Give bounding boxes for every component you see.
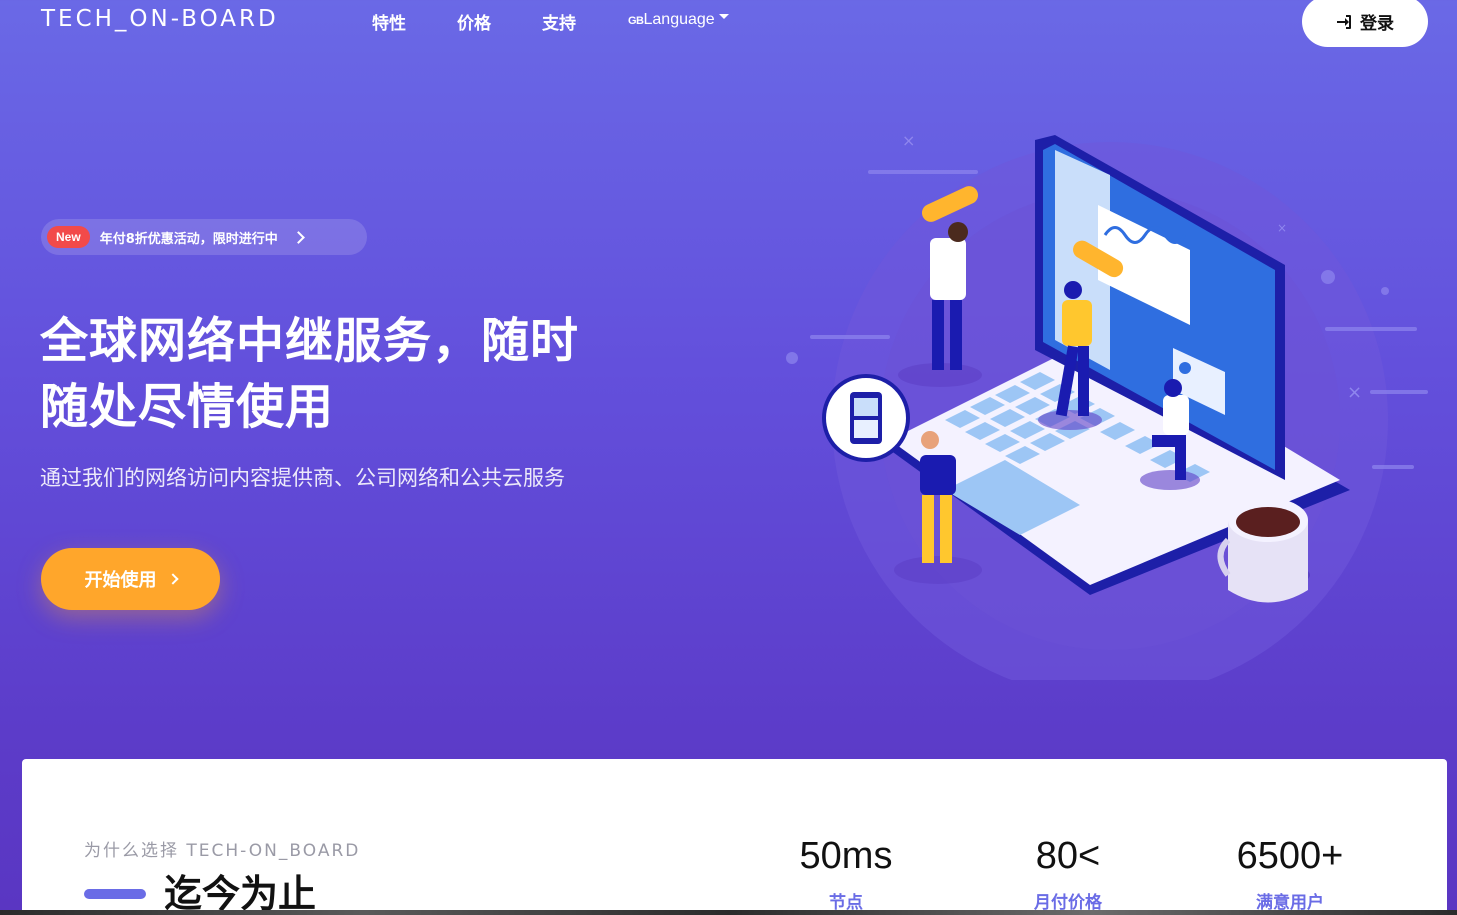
hero-title-line-2: 随处尽情使用 — [40, 379, 335, 435]
hero-subtitle: 通过我们的网络访问内容提供商、公司网络和公共云服务 — [40, 466, 565, 490]
sign-in-icon — [1337, 14, 1351, 29]
get-started-button[interactable]: 开始使用 — [41, 548, 220, 610]
bottom-strip — [0, 910, 1457, 915]
hero-title-line-1: 全球网络中继服务，随时 — [40, 313, 580, 369]
nav-link-support[interactable]: 支持 — [542, 9, 576, 34]
svg-text:×: × — [902, 131, 915, 150]
promo-text: 年付8折优惠活动，限时进行中 — [99, 231, 278, 247]
get-started-label: 开始使用 — [84, 570, 157, 591]
svg-text:×: × — [1277, 221, 1287, 235]
why-choose-card: 为什么选择 TECH-ON_BOARD 迄今为止 50ms 节点 80< 月付价… — [22, 759, 1447, 915]
language-label: Language — [643, 11, 715, 28]
stat-latency: 50ms 节点 — [746, 835, 946, 913]
stat-value: 50ms — [799, 835, 893, 877]
top-nav: TECH_ON-BOARD 特性 价格 支持 GBLanguage 登录 — [0, 0, 1457, 47]
chevron-right-icon — [291, 230, 305, 244]
stat-users: 6500+ 满意用户 — [1190, 835, 1390, 913]
brand-logo[interactable]: TECH_ON-BOARD — [41, 6, 279, 32]
language-dropdown[interactable]: GBLanguage — [628, 11, 729, 29]
nav-link-features[interactable]: 特性 — [372, 9, 406, 34]
chevron-right-icon — [166, 573, 179, 585]
login-label: 登录 — [1360, 14, 1394, 34]
new-badge: New — [47, 226, 90, 248]
why-eyebrow: 为什么选择 TECH-ON_BOARD — [84, 841, 361, 861]
stat-value: 6500+ — [1236, 835, 1344, 877]
section-title: 迄今为止 — [164, 872, 317, 915]
promo-banner[interactable]: New 年付8折优惠活动，限时进行中 — [41, 219, 367, 255]
hero-title: 全球网络中继服务，随时 随处尽情使用 — [40, 308, 640, 440]
flag-gb-icon: GB — [628, 15, 644, 27]
accent-bar — [84, 889, 146, 899]
hero-illustration: × × × — [786, 131, 1428, 680]
stat-value: 80< — [1035, 835, 1101, 877]
nav-link-pricing[interactable]: 价格 — [457, 9, 491, 34]
login-button[interactable]: 登录 — [1302, 0, 1428, 47]
svg-text:×: × — [1347, 382, 1362, 403]
stat-price: 80< 月付价格 — [968, 835, 1168, 913]
caret-down-icon — [718, 14, 729, 20]
